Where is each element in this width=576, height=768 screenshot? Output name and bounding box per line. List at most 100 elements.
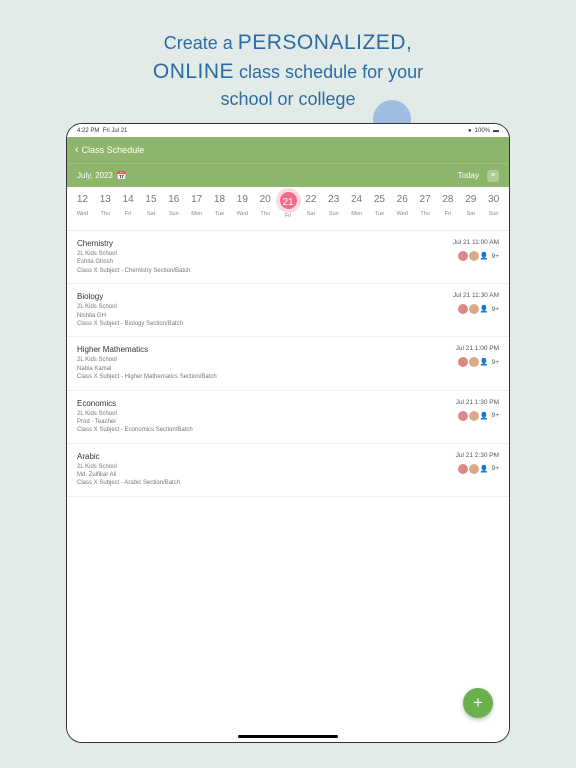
day-cell[interactable]: 27 Thu <box>414 192 437 230</box>
avatar <box>469 464 479 474</box>
battery-label: 100% <box>475 128 490 134</box>
day-cell[interactable]: 17Mon <box>185 192 208 230</box>
nav-bar: ‹ Class Schedule <box>67 137 509 163</box>
day-cell[interactable]: 23 Sun <box>322 192 345 230</box>
person-icon: 👤 <box>480 305 489 313</box>
class-item[interactable]: Biology2L Kids SchoolNishita GHClass X S… <box>67 284 509 337</box>
back-icon[interactable]: ‹ <box>75 144 79 156</box>
day-number: 27 <box>414 192 437 207</box>
class-desc: Class X Subject - Chemistry Section/Batc… <box>77 267 499 275</box>
class-school: 2L Kids School <box>77 250 499 258</box>
class-time: Jul 21 11:30 AM <box>453 292 499 299</box>
day-number: 15 <box>140 192 163 207</box>
day-cell[interactable]: 12Wed <box>71 192 94 230</box>
day-name: Wed <box>391 211 414 217</box>
class-school: 2L Kids School <box>77 303 499 311</box>
person-icon: 👤 <box>480 465 489 473</box>
day-name: Mon <box>185 211 208 217</box>
day-cell[interactable]: 24 Mon <box>345 192 368 230</box>
filter-icon[interactable]: ≡ <box>487 170 499 182</box>
day-name: Thu <box>414 211 437 217</box>
person-icon: 👤 <box>480 412 489 420</box>
day-name: Mon <box>345 211 368 217</box>
class-desc: Class X Subject - Arabic Section/Batch <box>77 479 499 487</box>
class-desc: Class X Subject - Economics Section/Batc… <box>77 426 499 434</box>
class-title: Biology <box>77 292 499 301</box>
day-name: Thu <box>254 211 277 217</box>
day-number: 29 <box>459 192 482 207</box>
today-button[interactable]: Today <box>458 171 479 180</box>
day-cell[interactable]: 18Tue <box>208 192 231 230</box>
nav-title[interactable]: Class Schedule <box>82 145 145 155</box>
attendee-group: 👤9+ <box>458 464 499 474</box>
date-strip[interactable]: 12Wed13Thu14Fri15Sat16Sun17Mon18Tue19Wed… <box>67 187 509 231</box>
status-right: ● 100% ▬ <box>468 128 499 134</box>
day-number: 21 <box>280 192 297 209</box>
class-item[interactable]: Chemistry2L Kids SchoolEshita GhoshClass… <box>67 231 509 284</box>
class-teacher: Nabia Kamal <box>77 365 499 373</box>
avatar <box>469 251 479 261</box>
day-number: 20 <box>254 192 277 207</box>
class-teacher: Prod - Teacher <box>77 418 499 426</box>
day-name: Wed <box>231 211 254 217</box>
toolbar: July, 2023 📅 Today ≡ <box>67 163 509 187</box>
day-cell[interactable]: 14Fri <box>117 192 140 230</box>
day-number: 23 <box>322 192 345 207</box>
class-item[interactable]: Economics2L Kids SchoolProd - TeacherCla… <box>67 391 509 444</box>
day-name: Sat <box>299 211 322 217</box>
class-title: Higher Mathematics <box>77 345 499 354</box>
day-number: 28 <box>437 192 460 207</box>
day-name: Tue <box>208 211 231 217</box>
day-cell[interactable]: 15 Sat <box>140 192 163 230</box>
day-name: Sun <box>322 211 345 217</box>
day-number: 16 <box>162 192 185 207</box>
day-cell[interactable]: 21 Fri <box>277 192 300 230</box>
day-number: 13 <box>94 192 117 207</box>
class-school: 2L Kids School <box>77 410 499 418</box>
promo-text: Create a <box>164 33 238 53</box>
day-name: Sun <box>482 211 505 217</box>
battery-icon: ▬ <box>493 128 499 134</box>
day-cell[interactable]: 26Wed <box>391 192 414 230</box>
promo-emphasis: PERSONALIZED, <box>238 31 413 54</box>
class-title: Arabic <box>77 452 499 461</box>
avatar <box>458 464 468 474</box>
promo-headline: Create a PERSONALIZED, ONLINE class sche… <box>0 0 576 130</box>
promo-text: class schedule for your <box>234 62 423 82</box>
day-number: 19 <box>231 192 254 207</box>
day-name: Fri <box>437 211 460 217</box>
class-school: 2L Kids School <box>77 463 499 471</box>
person-icon: 👤 <box>480 358 489 366</box>
tablet-frame: 4:22 PM Fri Jul 21 ● 100% ▬ ‹ Class Sche… <box>66 123 510 743</box>
add-button[interactable]: + <box>463 688 493 718</box>
day-cell[interactable]: 30 Sun <box>482 192 505 230</box>
day-name: Fri <box>277 213 300 219</box>
wifi-icon: ● <box>468 128 472 134</box>
day-number: 30 <box>482 192 505 207</box>
status-time: 4:22 PM Fri Jul 21 <box>77 128 127 134</box>
day-number: 24 <box>345 192 368 207</box>
day-cell[interactable]: 29Sat <box>459 192 482 230</box>
class-item[interactable]: Higher Mathematics2L Kids SchoolNabia Ka… <box>67 337 509 390</box>
day-cell[interactable]: 22Sat <box>299 192 322 230</box>
class-desc: Class X Subject - Higher Mathematics Sec… <box>77 373 499 381</box>
status-bar: 4:22 PM Fri Jul 21 ● 100% ▬ <box>67 124 509 137</box>
day-name: Sat <box>140 211 163 217</box>
day-cell[interactable]: 13Thu <box>94 192 117 230</box>
month-picker[interactable]: July, 2023 📅 <box>77 171 127 180</box>
day-cell[interactable]: 28 Fri <box>437 192 460 230</box>
attendee-count: 9+ <box>492 253 499 260</box>
attendee-count: 9+ <box>492 359 499 366</box>
class-title: Chemistry <box>77 239 499 248</box>
person-icon: 👤 <box>480 252 489 260</box>
day-cell[interactable]: 25Tue <box>368 192 391 230</box>
day-cell[interactable]: 16Sun <box>162 192 185 230</box>
day-cell[interactable]: 20 Thu <box>254 192 277 230</box>
avatar <box>458 357 468 367</box>
calendar-icon: 📅 <box>117 171 127 180</box>
day-cell[interactable]: 19 Wed <box>231 192 254 230</box>
avatar <box>458 411 468 421</box>
class-time: Jul 21 2:30 PM <box>456 452 499 459</box>
class-item[interactable]: Arabic2L Kids SchoolMd. Zulfikar AliClas… <box>67 444 509 497</box>
attendee-group: 👤9+ <box>458 411 499 421</box>
